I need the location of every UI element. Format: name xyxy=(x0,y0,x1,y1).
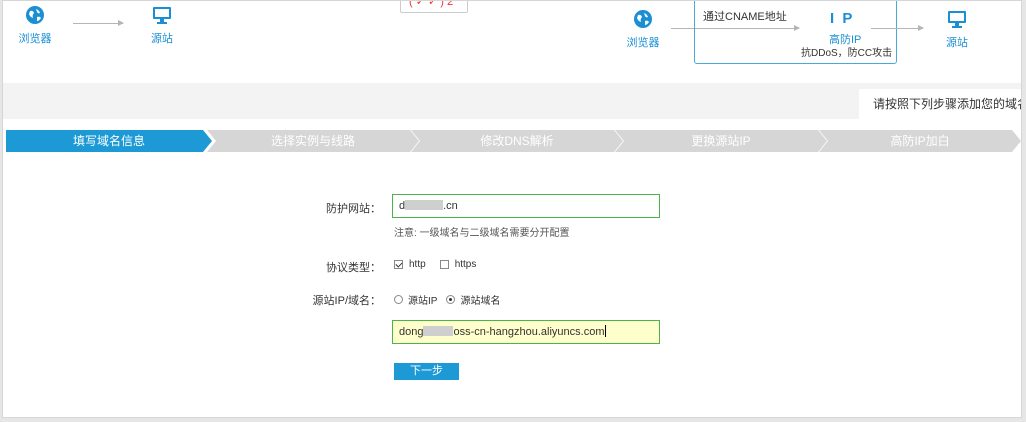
flow-right-origin: 源站 xyxy=(937,9,977,50)
ip-big: I P xyxy=(830,10,855,27)
page-frame: 浏览器 源站 ( ✓ ✓ ) 2 浏览器 通过CNAME地址 I P 高防IP … xyxy=(2,0,1022,418)
http-checkbox[interactable] xyxy=(394,260,403,269)
step-progress: 填写域名信息 选择实例与线路 修改DNS解析 更换源站IP 高防IP加白 xyxy=(6,130,1021,152)
flow-left-browser: 浏览器 xyxy=(13,5,57,46)
origin-domain-radio[interactable] xyxy=(446,295,456,304)
step-1: 填写域名信息 xyxy=(6,130,212,152)
flow-right-arrow-2 xyxy=(871,25,924,31)
masked-text xyxy=(423,326,454,336)
origin-value-suffix: oss-cn-hangzhou.aliyuncs.com xyxy=(453,326,605,338)
masked-text xyxy=(405,200,444,210)
http-label: http xyxy=(409,259,426,270)
https-label: https xyxy=(454,259,477,270)
flow-left-arrow xyxy=(73,20,124,26)
flow-left-origin: 源站 xyxy=(142,5,182,46)
cname-box: 通过CNAME地址 I P 高防IP 抗DDoS，防CC攻击 xyxy=(694,1,897,64)
origin-ip-label: 源站IP xyxy=(408,296,438,307)
hint-tab[interactable]: 请按照下列步骤添加您的域名 xyxy=(859,89,1021,119)
site-label: 防护网站： xyxy=(326,203,381,215)
step-3: 修改DNS解析 xyxy=(411,130,623,152)
flow-left-origin-label: 源站 xyxy=(151,33,173,45)
origin-value-prefix: dong xyxy=(399,326,424,338)
globe-icon xyxy=(634,10,652,28)
next-step-button[interactable]: 下一步 xyxy=(394,363,459,380)
site-note: 注意: 一级域名与二级域名需要分开配置 xyxy=(394,228,570,239)
step-4: 更换源站IP xyxy=(615,130,827,152)
top-fragment: ( ✓ ✓ ) 2 xyxy=(400,1,468,13)
origin-input[interactable]: dong oss-cn-hangzhou.aliyuncs.com xyxy=(392,320,660,344)
step-2: 选择实例与线路 xyxy=(207,130,419,152)
monitor-icon xyxy=(153,7,171,24)
origin-ip-radio[interactable] xyxy=(394,295,403,304)
flow-right-browser-label: 浏览器 xyxy=(626,37,660,49)
origin-label: 源站IP/域名： xyxy=(312,295,381,307)
origin-domain-label: 源站域名 xyxy=(460,296,501,307)
globe-icon xyxy=(26,6,44,24)
https-checkbox[interactable] xyxy=(439,260,449,269)
flow-left-browser-label: 浏览器 xyxy=(18,33,52,45)
site-value-suffix: .cn xyxy=(443,200,458,212)
flow-right-origin-label: 源站 xyxy=(946,37,968,49)
flow-diagram: 浏览器 源站 ( ✓ ✓ ) 2 浏览器 通过CNAME地址 I P 高防IP … xyxy=(3,1,1021,83)
ip-desc: 抗DDoS，防CC攻击 xyxy=(801,48,893,59)
origin-options: 源站IP 源站域名 xyxy=(394,292,500,307)
cname-text: 通过CNAME地址 xyxy=(703,11,787,23)
step-5: 高防IP加白 xyxy=(819,130,1021,152)
protocol-options: http https xyxy=(394,259,476,270)
protocol-label: 协议类型： xyxy=(326,262,381,274)
text-cursor xyxy=(604,325,606,337)
flow-right-browser: 浏览器 xyxy=(621,9,665,50)
monitor-icon xyxy=(948,11,966,28)
site-input[interactable]: d .cn xyxy=(392,194,660,218)
